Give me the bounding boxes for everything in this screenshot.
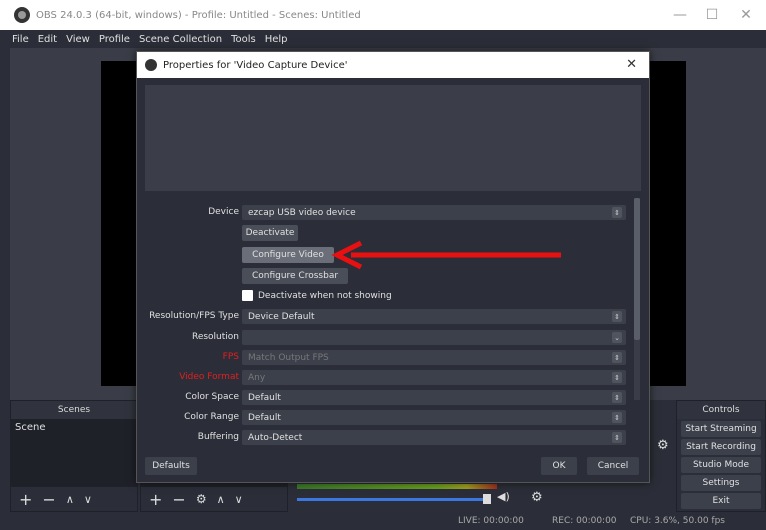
properties-scrollbar[interactable] bbox=[634, 198, 640, 400]
speaker-icon[interactable]: ◀) bbox=[497, 490, 510, 503]
start-recording-button[interactable]: Start Recording bbox=[681, 439, 761, 455]
video-format-select[interactable]: Any ⇕ bbox=[242, 370, 626, 385]
deactivate-button[interactable]: Deactivate bbox=[242, 225, 298, 241]
buffering-row: Buffering Auto-Detect ⇕ bbox=[137, 430, 651, 447]
scenes-list: Scene bbox=[11, 419, 137, 487]
red-arrow-annotation bbox=[331, 240, 561, 270]
window-titlebar: OBS 24.0.3 (64-bit, windows) - Profile: … bbox=[0, 0, 766, 30]
properties-dialog: Properties for 'Video Capture Device' ✕ … bbox=[136, 51, 650, 483]
audio-meter bbox=[297, 484, 497, 489]
dropdown-arrow-icon: ⇕ bbox=[612, 372, 622, 383]
dropdown-arrow-icon: ⇕ bbox=[612, 412, 622, 423]
move-up-icon[interactable]: ∧ bbox=[66, 493, 74, 506]
menu-view[interactable]: View bbox=[66, 34, 90, 45]
mixer-gear-icon[interactable]: ⚙ bbox=[531, 490, 543, 505]
settings-button[interactable]: Settings bbox=[681, 475, 761, 491]
fps-select[interactable]: Match Output FPS ⇕ bbox=[242, 350, 626, 365]
scrollbar-thumb[interactable] bbox=[634, 198, 640, 340]
source-settings-gear-icon[interactable]: ⚙ bbox=[196, 492, 207, 506]
dialog-title: Properties for 'Video Capture Device' bbox=[163, 59, 348, 71]
device-row: Device ezcap USB video device ⇕ bbox=[137, 205, 651, 222]
scenes-dock: Scenes Scene + − ∧ ∨ bbox=[10, 400, 138, 512]
menu-help[interactable]: Help bbox=[265, 34, 288, 45]
configure-crossbar-button[interactable]: Configure Crossbar bbox=[242, 268, 348, 284]
scenes-toolbar: + − ∧ ∨ bbox=[11, 487, 137, 511]
configure-video-button[interactable]: Configure Video bbox=[242, 247, 334, 263]
sources-toolbar: + − ⚙ ∧ ∨ bbox=[141, 487, 287, 511]
resolution-fps-type-select[interactable]: Device Default ⇕ bbox=[242, 309, 626, 324]
rec-time: REC: 00:00:00 bbox=[552, 516, 617, 526]
dropdown-arrow-icon: ⇕ bbox=[612, 392, 622, 403]
fps-label: FPS bbox=[222, 352, 239, 362]
volume-slider-handle[interactable] bbox=[483, 494, 491, 504]
volume-slider[interactable] bbox=[297, 498, 487, 501]
resolution-fps-type-row: Resolution/FPS Type Device Default ⇕ bbox=[137, 309, 651, 326]
source-preview bbox=[145, 85, 641, 191]
device-select[interactable]: ezcap USB video device ⇕ bbox=[242, 205, 626, 220]
buffering-label: Buffering bbox=[197, 432, 239, 442]
color-range-row: Color Range Default ⇕ bbox=[137, 410, 651, 427]
ok-button[interactable]: OK bbox=[541, 457, 577, 475]
deactivate-when-not-showing-checkbox[interactable]: Deactivate when not showing bbox=[242, 290, 392, 301]
fps-row: FPS Match Output FPS ⇕ bbox=[137, 350, 651, 367]
menu-tools[interactable]: Tools bbox=[231, 34, 256, 45]
color-range-select[interactable]: Default ⇕ bbox=[242, 410, 626, 425]
scenes-header: Scenes bbox=[11, 401, 137, 419]
remove-source-icon[interactable]: − bbox=[172, 490, 185, 509]
window-title: OBS 24.0.3 (64-bit, windows) - Profile: … bbox=[36, 9, 361, 21]
controls-dock: Controls Start Streaming Start Recording… bbox=[676, 400, 766, 512]
close-window-button[interactable]: ✕ bbox=[726, 0, 766, 30]
color-space-label: Color Space bbox=[185, 392, 239, 402]
live-time: LIVE: 00:00:00 bbox=[458, 516, 524, 526]
resolution-label: Resolution bbox=[191, 332, 239, 342]
menu-bar: File Edit View Profile Scene Collection … bbox=[0, 30, 766, 48]
source-down-icon[interactable]: ∨ bbox=[235, 493, 243, 506]
dialog-titlebar: Properties for 'Video Capture Device' ✕ bbox=[137, 52, 649, 78]
controls-header: Controls bbox=[677, 401, 765, 419]
dropdown-arrow-icon: ⇕ bbox=[612, 311, 622, 322]
video-format-row: Video Format Any ⇕ bbox=[137, 370, 651, 387]
move-down-icon[interactable]: ∨ bbox=[84, 493, 92, 506]
source-up-icon[interactable]: ∧ bbox=[217, 493, 225, 506]
resolution-fps-type-label: Resolution/FPS Type bbox=[149, 311, 239, 321]
defaults-button[interactable]: Defaults bbox=[145, 457, 197, 475]
close-icon[interactable]: ✕ bbox=[626, 57, 637, 72]
cancel-button[interactable]: Cancel bbox=[587, 457, 639, 475]
obs-logo-icon bbox=[14, 7, 30, 23]
resolution-select[interactable]: ⌄ bbox=[242, 330, 626, 345]
cpu-stats: CPU: 3.6%, 50.00 fps bbox=[630, 516, 725, 526]
color-range-label: Color Range bbox=[184, 412, 239, 422]
checkbox-box[interactable] bbox=[242, 290, 253, 301]
menu-scene-collection[interactable]: Scene Collection bbox=[139, 34, 222, 45]
obs-logo-icon bbox=[145, 59, 157, 71]
dropdown-arrow-icon: ⇕ bbox=[612, 352, 622, 363]
chevron-down-icon: ⌄ bbox=[612, 332, 622, 343]
dropdown-arrow-icon: ⇕ bbox=[612, 432, 622, 443]
status-bar: LIVE: 00:00:00 REC: 00:00:00 CPU: 3.6%, … bbox=[0, 512, 766, 530]
remove-scene-icon[interactable]: − bbox=[42, 490, 55, 509]
dropdown-arrow-icon: ⇕ bbox=[612, 207, 622, 218]
video-format-label: Video Format bbox=[179, 372, 239, 382]
menu-edit[interactable]: Edit bbox=[38, 34, 57, 45]
resolution-row: Resolution ⌄ bbox=[137, 330, 651, 347]
menu-file[interactable]: File bbox=[12, 34, 29, 45]
studio-mode-button[interactable]: Studio Mode bbox=[681, 457, 761, 473]
exit-button[interactable]: Exit bbox=[681, 493, 761, 509]
add-source-icon[interactable]: + bbox=[149, 490, 162, 509]
color-space-row: Color Space Default ⇕ bbox=[137, 390, 651, 407]
scene-item[interactable]: Scene bbox=[11, 419, 137, 435]
menu-profile[interactable]: Profile bbox=[99, 34, 130, 45]
transition-gear-icon[interactable]: ⚙ bbox=[657, 438, 669, 453]
transitions-dock: ⚙ bbox=[652, 400, 674, 480]
checkbox-label: Deactivate when not showing bbox=[258, 290, 392, 301]
color-space-select[interactable]: Default ⇕ bbox=[242, 390, 626, 405]
buffering-select[interactable]: Auto-Detect ⇕ bbox=[242, 430, 626, 445]
device-label: Device bbox=[208, 207, 239, 217]
start-streaming-button[interactable]: Start Streaming bbox=[681, 421, 761, 437]
add-scene-icon[interactable]: + bbox=[19, 490, 32, 509]
